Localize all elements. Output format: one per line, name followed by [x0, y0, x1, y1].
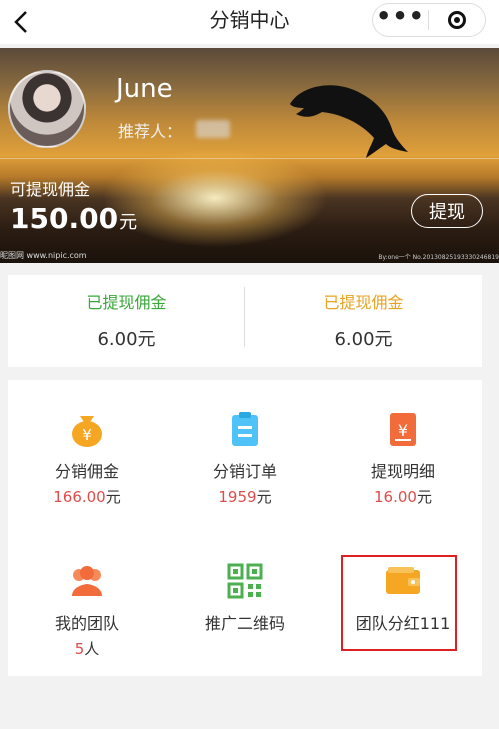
target-close-icon[interactable] [429, 4, 484, 36]
profile-banner: June 推荐人： 可提现佣金 150.00元 提现 昵图网 www.nipic… [0, 48, 499, 263]
referrer-name-blurred [196, 120, 230, 138]
top-nav-bar: 分销中心 ••• [0, 0, 499, 44]
referrer-label: 推荐人： [118, 122, 183, 141]
grid-item-label: 分销订单 [212, 462, 277, 481]
grid-item-withdraw-detail[interactable]: ¥ 提现明细 16.00元 [324, 410, 482, 507]
grid-item-label: 分销佣金 [54, 462, 119, 481]
grid-item-label: 推广二维码 [204, 614, 285, 633]
watermark-right: By:one一个 No.20130825193330246819 [378, 254, 499, 261]
qr-code-icon [226, 562, 264, 600]
grid-item-value: 5人 [8, 638, 166, 659]
function-grid: ¥ 分销佣金 166.00元 分销订单 1959元 ¥ 提现明细 16.00元 [8, 380, 482, 676]
grid-item-value: 166.00元 [8, 486, 166, 507]
svg-text:¥: ¥ [82, 426, 92, 444]
stat-label: 已提现佣金 [323, 293, 404, 312]
available-commission-amount: 150.00元 [10, 202, 137, 235]
svg-text:¥: ¥ [398, 421, 408, 440]
team-icon [68, 562, 106, 600]
grid-item-label: 我的团队 [54, 614, 119, 633]
more-dots-icon[interactable]: ••• [373, 4, 428, 36]
avatar[interactable] [8, 70, 86, 148]
grid-item-commission[interactable]: ¥ 分销佣金 166.00元 [8, 410, 166, 507]
stat-value: 6.00元 [334, 329, 393, 350]
dolphin-silhouette [290, 85, 408, 158]
clipboard-icon [226, 410, 264, 448]
grid-item-value: 1959元 [166, 486, 324, 507]
amount-value: 150.00 [10, 202, 119, 235]
available-commission-label: 可提现佣金 [10, 180, 91, 199]
watermark-left: 昵图网 www.nipic.com [0, 251, 87, 260]
banner-divider [0, 158, 499, 159]
grid-item-value: 16.00元 [324, 486, 482, 507]
withdraw-button[interactable]: 提现 [411, 194, 483, 228]
grid-item-my-team[interactable]: 我的团队 5人 [8, 562, 166, 659]
value-unit: 元 [105, 488, 121, 506]
stat-value: 6.00元 [97, 329, 156, 350]
stat-label: 已提现佣金 [86, 293, 167, 312]
amount-unit: 元 [119, 212, 138, 233]
withdraw-detail-icon: ¥ [384, 410, 422, 448]
value-unit: 元 [256, 488, 272, 506]
value-number: 16.00 [374, 488, 417, 506]
withdrawn-commission-stat-2[interactable]: 已提现佣金 6.00元 [245, 289, 482, 351]
mini-program-capsule: ••• [372, 3, 486, 37]
money-bag-icon: ¥ [68, 410, 106, 448]
value-number: 1959 [218, 488, 257, 506]
grid-item-qr-code[interactable]: 推广二维码 [166, 562, 324, 634]
value-unit: 人 [84, 640, 100, 658]
username: June [116, 74, 173, 104]
value-unit: 元 [416, 488, 432, 506]
highlight-box [341, 555, 457, 651]
value-number: 5 [74, 640, 85, 658]
withdrawn-commission-stat[interactable]: 已提现佣金 6.00元 [8, 289, 245, 351]
grid-item-orders[interactable]: 分销订单 1959元 [166, 410, 324, 507]
stats-card: 已提现佣金 6.00元 已提现佣金 6.00元 [8, 275, 482, 367]
value-number: 166.00 [53, 488, 106, 506]
grid-item-label: 提现明细 [370, 462, 435, 481]
